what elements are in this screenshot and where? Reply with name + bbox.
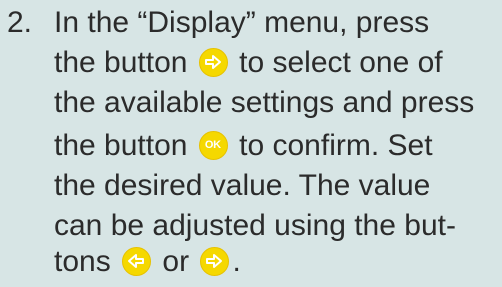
instruction-line-4: the button OK to confirm. Set: [54, 128, 502, 164]
instruction-text: to select one of: [239, 46, 443, 79]
instruction-line-5: the desired value. The value: [54, 169, 431, 202]
ok-button-icon: OK: [198, 131, 228, 160]
step-instructions: In the “Display” menu, press the button …: [54, 5, 502, 280]
instruction-line-6: can be adjusted using the but-: [54, 209, 456, 242]
right-arrow-button-icon: [200, 247, 230, 276]
instruction-line-1: In the “Display” menu, press: [54, 6, 430, 39]
instruction-text: .: [232, 245, 241, 278]
instruction-line-7: tons or .: [54, 244, 502, 280]
instruction-text: or: [162, 245, 190, 278]
instruction-text: the button: [54, 129, 188, 162]
instruction-line-2: the button to select one of: [54, 45, 502, 81]
right-arrow-button-icon: [198, 48, 228, 77]
instruction-text: the button: [54, 46, 188, 79]
left-arrow-button-icon: [122, 247, 152, 276]
ok-icon-label: OK: [204, 139, 221, 151]
step-number: 2.: [7, 6, 33, 39]
instruction-text: tons: [54, 245, 111, 278]
instruction-text: to confirm. Set: [239, 129, 433, 162]
instruction-line-3: the available settings and press: [54, 86, 475, 119]
